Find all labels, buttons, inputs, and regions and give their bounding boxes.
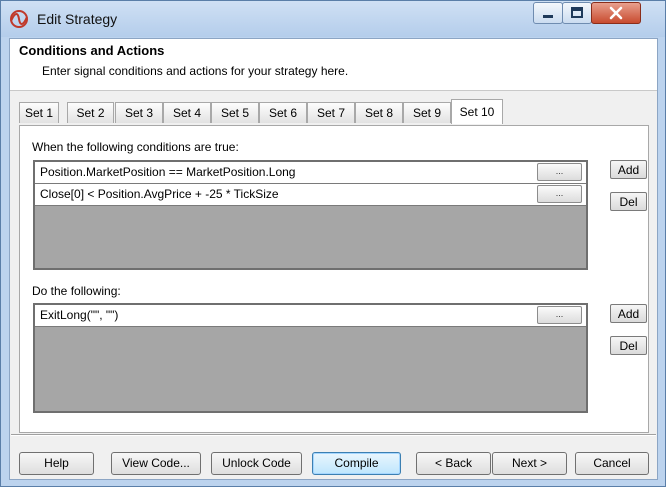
dialog-client-area: Conditions and Actions Enter signal cond…: [9, 38, 658, 480]
edit-strategy-window: Edit Strategy Conditions and Actions Ent…: [0, 0, 666, 487]
tab-set-4[interactable]: Set 4: [163, 102, 211, 123]
tab-set-3[interactable]: Set 3: [115, 102, 163, 123]
action-row[interactable]: ExitLong("", "") ...: [35, 305, 586, 327]
view-code-button[interactable]: View Code...: [111, 452, 201, 475]
maximize-icon: [571, 7, 583, 18]
tab-set-2[interactable]: Set 2: [67, 102, 114, 123]
window-title: Edit Strategy: [37, 11, 118, 27]
tab-set-8[interactable]: Set 8: [355, 102, 403, 123]
conditions-label: When the following conditions are true:: [32, 140, 239, 154]
close-button[interactable]: [591, 2, 641, 24]
action-text[interactable]: ExitLong("", ""): [40, 308, 118, 322]
footer-divider: [11, 434, 656, 436]
compile-button[interactable]: Compile: [312, 452, 401, 475]
condition-row[interactable]: Close[0] < Position.AvgPrice + -25 * Tic…: [35, 184, 586, 206]
maximize-button[interactable]: [562, 2, 592, 24]
conditions-grid[interactable]: Position.MarketPosition == MarketPositio…: [33, 160, 588, 270]
minimize-icon: [543, 15, 553, 18]
tab-set-9[interactable]: Set 9: [403, 102, 451, 123]
condition-text[interactable]: Close[0] < Position.AvgPrice + -25 * Tic…: [40, 187, 279, 201]
tab-set-6[interactable]: Set 6: [259, 102, 307, 123]
delete-condition-button[interactable]: Del: [610, 192, 647, 211]
unlock-code-button[interactable]: Unlock Code: [211, 452, 302, 475]
condition-text[interactable]: Position.MarketPosition == MarketPositio…: [40, 165, 295, 179]
tab-set-1[interactable]: Set 1: [19, 102, 59, 123]
cancel-button[interactable]: Cancel: [575, 452, 649, 475]
page-title: Conditions and Actions: [19, 43, 165, 58]
tab-set-7[interactable]: Set 7: [307, 102, 355, 123]
tab-set-5[interactable]: Set 5: [211, 102, 259, 123]
actions-label: Do the following:: [32, 284, 121, 298]
tab-set-10[interactable]: Set 10: [451, 99, 503, 124]
tab-panel: When the following conditions are true: …: [19, 125, 649, 433]
actions-grid[interactable]: ExitLong("", "") ...: [33, 303, 588, 413]
page-subtitle: Enter signal conditions and actions for …: [42, 64, 349, 78]
help-button[interactable]: Help: [19, 452, 94, 475]
back-button[interactable]: < Back: [416, 452, 491, 475]
wizard-header: Conditions and Actions Enter signal cond…: [10, 39, 657, 91]
title-bar[interactable]: Edit Strategy: [1, 1, 665, 37]
edit-condition-button[interactable]: ...: [537, 163, 582, 181]
add-condition-button[interactable]: Add: [610, 160, 647, 179]
condition-row[interactable]: Position.MarketPosition == MarketPositio…: [35, 162, 586, 184]
edit-condition-button[interactable]: ...: [537, 185, 582, 203]
strategy-logo-icon: [10, 10, 28, 28]
add-action-button[interactable]: Add: [610, 304, 647, 323]
delete-action-button[interactable]: Del: [610, 336, 647, 355]
edit-action-button[interactable]: ...: [537, 306, 582, 324]
minimize-button[interactable]: [533, 2, 563, 24]
next-button[interactable]: Next >: [492, 452, 567, 475]
close-icon: [609, 6, 623, 20]
